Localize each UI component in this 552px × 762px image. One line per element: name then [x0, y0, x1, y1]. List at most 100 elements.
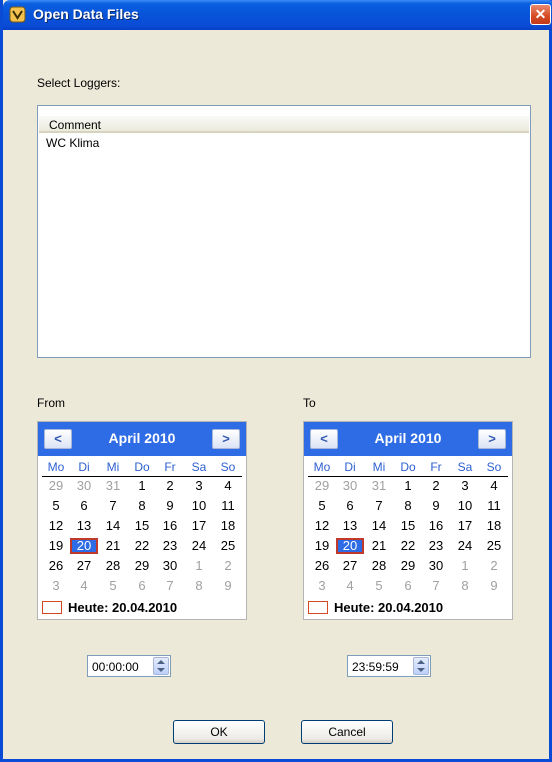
- calendar-day[interactable]: 3: [451, 478, 479, 494]
- calendar-day[interactable]: 1: [451, 558, 479, 574]
- calendar-day[interactable]: 28: [365, 558, 393, 574]
- selected-day[interactable]: 20: [70, 538, 98, 554]
- calendar-day[interactable]: 3: [185, 478, 213, 494]
- selected-day[interactable]: 20: [336, 538, 364, 554]
- calendar-day[interactable]: 30: [70, 478, 98, 494]
- calendar-day[interactable]: 4: [480, 478, 508, 494]
- calendar-day[interactable]: 6: [394, 578, 422, 594]
- calendar-day[interactable]: 21: [365, 538, 393, 554]
- calendar-day[interactable]: 8: [128, 498, 156, 514]
- month-title[interactable]: April 2010: [78, 430, 206, 446]
- calendar-day[interactable]: 9: [156, 498, 184, 514]
- calendar-day[interactable]: 4: [214, 478, 242, 494]
- calendar-day[interactable]: 24: [451, 538, 479, 554]
- calendar-day[interactable]: 10: [185, 498, 213, 514]
- calendar-day[interactable]: 10: [451, 498, 479, 514]
- loggers-list[interactable]: Comment WC Klima: [37, 105, 531, 358]
- time-spin-buttons[interactable]: [413, 657, 429, 675]
- calendar-day[interactable]: 21: [99, 538, 127, 554]
- calendar-day[interactable]: 31: [99, 478, 127, 494]
- calendar-day[interactable]: 30: [422, 558, 450, 574]
- calendar-day[interactable]: 16: [422, 518, 450, 534]
- calendar-day[interactable]: 4: [70, 578, 98, 594]
- calendar-day[interactable]: 27: [336, 558, 364, 574]
- calendar-day[interactable]: 8: [185, 578, 213, 594]
- calendar-day[interactable]: 7: [99, 498, 127, 514]
- from-time-value[interactable]: 00:00:00: [92, 660, 139, 674]
- spin-up-icon[interactable]: [417, 660, 425, 664]
- calendar-day[interactable]: 11: [214, 498, 242, 514]
- calendar-day[interactable]: 2: [214, 558, 242, 574]
- calendar-day[interactable]: 18: [214, 518, 242, 534]
- calendar-day[interactable]: 5: [42, 498, 70, 514]
- calendar-day[interactable]: 25: [214, 538, 242, 554]
- next-month-button[interactable]: >: [212, 429, 240, 449]
- calendar-day[interactable]: 27: [70, 558, 98, 574]
- from-calendar[interactable]: < April 2010 > Mo Di Mi Do Fr Sa So 29 30…: [37, 421, 247, 620]
- calendar-day[interactable]: 12: [308, 518, 336, 534]
- calendar-day[interactable]: 30: [336, 478, 364, 494]
- prev-month-button[interactable]: <: [310, 429, 338, 449]
- calendar-day[interactable]: 2: [156, 478, 184, 494]
- calendar-day[interactable]: 17: [185, 518, 213, 534]
- month-title[interactable]: April 2010: [344, 430, 472, 446]
- calendar-day[interactable]: 30: [156, 558, 184, 574]
- calendar-day[interactable]: 9: [214, 578, 242, 594]
- calendar-day[interactable]: 6: [128, 578, 156, 594]
- calendar-day[interactable]: 1: [185, 558, 213, 574]
- calendar-day[interactable]: 3: [308, 578, 336, 594]
- calendar-day[interactable]: 29: [128, 558, 156, 574]
- calendar-day[interactable]: 5: [365, 578, 393, 594]
- calendar-day[interactable]: 13: [336, 518, 364, 534]
- calendar-day[interactable]: 8: [451, 578, 479, 594]
- calendar-day[interactable]: 23: [422, 538, 450, 554]
- time-spin-buttons[interactable]: [153, 657, 169, 675]
- calendar-day[interactable]: 25: [480, 538, 508, 554]
- calendar-day[interactable]: 8: [394, 498, 422, 514]
- from-time-picker[interactable]: 00:00:00: [87, 655, 171, 677]
- calendar-day[interactable]: 9: [480, 578, 508, 594]
- calendar-day[interactable]: 19: [42, 538, 70, 554]
- list-column-header-comment[interactable]: Comment: [39, 115, 529, 133]
- calendar-day[interactable]: 19: [308, 538, 336, 554]
- calendar-day[interactable]: 16: [156, 518, 184, 534]
- calendar-day[interactable]: 29: [42, 478, 70, 494]
- to-time-value[interactable]: 23:59:59: [352, 660, 399, 674]
- to-time-picker[interactable]: 23:59:59: [347, 655, 431, 677]
- calendar-day[interactable]: 12: [42, 518, 70, 534]
- calendar-day[interactable]: 9: [422, 498, 450, 514]
- calendar-day[interactable]: 3: [42, 578, 70, 594]
- calendar-day[interactable]: 5: [308, 498, 336, 514]
- calendar-day[interactable]: 24: [185, 538, 213, 554]
- calendar-day[interactable]: 6: [336, 498, 364, 514]
- to-calendar[interactable]: < April 2010 > Mo Di Mi Do Fr Sa So 29 30…: [303, 421, 513, 620]
- calendar-day[interactable]: 11: [480, 498, 508, 514]
- calendar-day[interactable]: 7: [422, 578, 450, 594]
- cancel-button[interactable]: Cancel: [301, 720, 393, 744]
- calendar-day[interactable]: 7: [156, 578, 184, 594]
- calendar-day[interactable]: 2: [480, 558, 508, 574]
- spin-down-icon[interactable]: [157, 668, 165, 672]
- spin-down-icon[interactable]: [417, 668, 425, 672]
- calendar-day[interactable]: 29: [394, 558, 422, 574]
- calendar-day[interactable]: 26: [308, 558, 336, 574]
- calendar-day[interactable]: 23: [156, 538, 184, 554]
- calendar-day[interactable]: 14: [99, 518, 127, 534]
- calendar-day[interactable]: 5: [99, 578, 127, 594]
- calendar-day[interactable]: 13: [70, 518, 98, 534]
- calendar-day[interactable]: 31: [365, 478, 393, 494]
- prev-month-button[interactable]: <: [44, 429, 72, 449]
- calendar-day[interactable]: 1: [394, 478, 422, 494]
- calendar-day[interactable]: 22: [128, 538, 156, 554]
- calendar-day[interactable]: 6: [70, 498, 98, 514]
- calendar-day[interactable]: 17: [451, 518, 479, 534]
- calendar-day[interactable]: 26: [42, 558, 70, 574]
- ok-button[interactable]: OK: [173, 720, 265, 744]
- calendar-day[interactable]: 15: [128, 518, 156, 534]
- calendar-day[interactable]: 7: [365, 498, 393, 514]
- title-bar[interactable]: Open Data Files ✕: [3, 0, 552, 30]
- calendar-day[interactable]: 4: [336, 578, 364, 594]
- calendar-day[interactable]: 14: [365, 518, 393, 534]
- calendar-day[interactable]: 1: [128, 478, 156, 494]
- calendar-day[interactable]: 2: [422, 478, 450, 494]
